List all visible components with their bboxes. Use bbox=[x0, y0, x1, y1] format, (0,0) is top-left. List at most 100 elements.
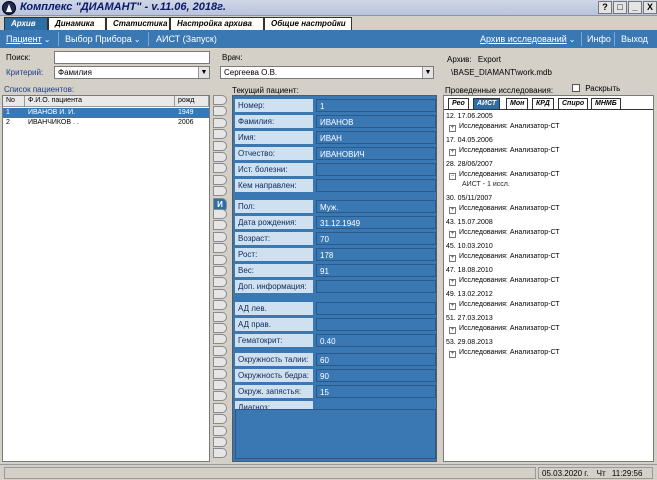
patient-field-value[interactable]: 1 bbox=[316, 99, 436, 112]
help-button[interactable]: ? bbox=[598, 1, 612, 14]
alphabet-button[interactable] bbox=[213, 425, 227, 436]
research-date[interactable]: 45. 10.03.2010 bbox=[446, 242, 493, 252]
search-input[interactable] bbox=[54, 51, 210, 64]
alphabet-button[interactable] bbox=[213, 323, 227, 333]
research-subitem[interactable]: АИСТ - 1 иссл. bbox=[462, 180, 510, 190]
exit-button[interactable]: Выход bbox=[621, 32, 648, 46]
research-item[interactable]: + Исследования: Анализатор-СТ bbox=[449, 324, 560, 334]
doctor-select[interactable]: Сергеева О.В. ▼ bbox=[220, 66, 434, 79]
collapse-icon[interactable]: − bbox=[449, 173, 456, 180]
alphabet-button[interactable] bbox=[213, 345, 227, 356]
close-button[interactable]: X bbox=[643, 1, 657, 14]
info-button[interactable]: Инфо bbox=[587, 32, 611, 46]
alphabet-button[interactable] bbox=[213, 243, 227, 254]
dropdown-arrow-icon[interactable]: ▼ bbox=[198, 67, 209, 78]
tab-general-settings[interactable]: Общие настройки bbox=[264, 17, 352, 30]
tab-mon[interactable]: Мон bbox=[506, 98, 529, 109]
patient-field-value[interactable] bbox=[316, 318, 436, 331]
expand-icon[interactable]: + bbox=[449, 279, 456, 286]
column-header-name[interactable]: Ф.И.О. пациента bbox=[25, 96, 175, 107]
alphabet-button[interactable] bbox=[213, 437, 227, 447]
alphabet-button[interactable] bbox=[213, 380, 227, 390]
alphabet-button[interactable] bbox=[213, 117, 227, 128]
alphabet-button[interactable] bbox=[213, 129, 227, 140]
table-row[interactable]: 1 ИВАНОВ И. И. 1949 bbox=[3, 108, 209, 118]
tab-dynamics[interactable]: Динамика bbox=[48, 17, 106, 30]
alphabet-button[interactable] bbox=[213, 266, 227, 276]
aist-launch-button[interactable]: АИСТ (Запуск) bbox=[156, 32, 217, 46]
patient-field-value[interactable]: Муж. bbox=[316, 200, 436, 213]
research-item[interactable]: + Исследования: Анализатор-СТ bbox=[449, 146, 560, 156]
expand-icon[interactable]: + bbox=[449, 231, 456, 238]
patient-field-value[interactable]: 0.40 bbox=[316, 334, 436, 347]
research-item[interactable]: + Исследования: Анализатор-СТ bbox=[449, 348, 560, 358]
table-row[interactable]: 2 ИВАНЧИКОВ . . 2006 bbox=[3, 118, 209, 128]
alphabet-button[interactable] bbox=[213, 402, 227, 413]
research-item[interactable]: + Исследования: Анализатор-СТ bbox=[449, 204, 560, 214]
alphabet-button[interactable] bbox=[213, 152, 227, 162]
alphabet-button[interactable] bbox=[213, 106, 227, 117]
alphabet-button[interactable] bbox=[213, 357, 227, 368]
research-item[interactable]: + Исследования: Анализатор-СТ bbox=[449, 252, 560, 262]
patient-field-value[interactable]: 60 bbox=[316, 353, 436, 366]
alphabet-button[interactable] bbox=[213, 391, 227, 402]
research-date[interactable]: 53. 29.08.2013 bbox=[446, 338, 493, 348]
restore-button[interactable]: □ bbox=[613, 1, 627, 14]
tab-spiro[interactable]: Спиро bbox=[558, 98, 589, 109]
expand-icon[interactable]: + bbox=[449, 125, 456, 132]
expand-icon[interactable]: + bbox=[449, 149, 456, 156]
device-select-button[interactable]: Выбор Прибора ⌄ bbox=[65, 32, 141, 46]
patient-field-value[interactable] bbox=[316, 280, 436, 293]
patient-field-value[interactable]: ИВАНОВИЧ bbox=[316, 147, 436, 160]
research-item[interactable]: + Исследования: Анализатор-СТ bbox=[449, 228, 560, 238]
research-item[interactable]: + Исследования: Анализатор-СТ bbox=[449, 276, 560, 286]
column-header-no[interactable]: No bbox=[3, 96, 25, 107]
alphabet-button[interactable] bbox=[213, 231, 227, 242]
alphabet-button[interactable] bbox=[213, 300, 227, 311]
patient-field-value[interactable] bbox=[316, 163, 436, 176]
minimize-button[interactable]: _ bbox=[628, 1, 642, 14]
patient-field-value[interactable] bbox=[316, 302, 436, 315]
archive-research-button[interactable]: Архив исследований ⌄ bbox=[480, 32, 575, 46]
alphabet-button[interactable] bbox=[213, 163, 227, 174]
tab-krd[interactable]: КРД bbox=[532, 98, 554, 109]
expand-icon[interactable]: + bbox=[449, 351, 456, 358]
research-date[interactable]: 49. 13.02.2012 bbox=[446, 290, 493, 300]
research-date[interactable]: 17. 04.05.2006 bbox=[446, 136, 493, 146]
alphabet-button[interactable] bbox=[213, 209, 227, 219]
expand-checkbox[interactable]: Раскрыть bbox=[572, 84, 620, 93]
dropdown-arrow-icon[interactable]: ▼ bbox=[422, 67, 433, 78]
expand-icon[interactable]: + bbox=[449, 327, 456, 334]
expand-icon[interactable]: + bbox=[449, 207, 456, 214]
alphabet-button[interactable] bbox=[213, 311, 227, 322]
patient-field-value[interactable]: 178 bbox=[316, 248, 436, 261]
patient-field-value[interactable]: 70 bbox=[316, 232, 436, 245]
alphabet-button[interactable] bbox=[213, 334, 227, 345]
patient-field-value[interactable]: ИВАН bbox=[316, 131, 436, 144]
criterion-select[interactable]: Фамилия ▼ bbox=[54, 66, 210, 79]
patient-field-value[interactable]: 91 bbox=[316, 264, 436, 277]
tab-archive-settings[interactable]: Настройка архива bbox=[170, 17, 264, 30]
research-item[interactable]: + Исследования: Анализатор-СТ bbox=[449, 300, 560, 310]
patient-field-value[interactable] bbox=[316, 179, 436, 192]
research-date[interactable]: 28. 28/06/2007 bbox=[446, 160, 493, 170]
patient-menu-button[interactable]: Пациент ⌄ bbox=[6, 32, 50, 46]
alphabet-button[interactable] bbox=[213, 254, 227, 265]
alphabet-button[interactable] bbox=[213, 186, 227, 197]
expand-icon[interactable]: + bbox=[449, 255, 456, 262]
research-date[interactable]: 51. 27.03.2013 bbox=[446, 314, 493, 324]
tab-mnmb[interactable]: МНМБ bbox=[591, 98, 621, 109]
patient-field-value[interactable]: 90 bbox=[316, 369, 436, 382]
research-item[interactable]: − Исследования: Анализатор-СТ bbox=[449, 170, 560, 180]
research-date[interactable]: 30. 05/11/2007 bbox=[446, 194, 492, 204]
alphabet-button[interactable] bbox=[213, 140, 227, 151]
research-item[interactable]: + Исследования: Анализатор-СТ bbox=[449, 122, 560, 132]
patient-field-value[interactable]: 31.12.1949 bbox=[316, 216, 436, 229]
patient-field-value[interactable]: ИВАНОВ bbox=[316, 115, 436, 128]
alphabet-button[interactable] bbox=[213, 414, 227, 425]
tab-statistics[interactable]: Статистика bbox=[106, 17, 170, 30]
column-header-born[interactable]: рожд bbox=[175, 96, 209, 107]
alphabet-button[interactable] bbox=[213, 368, 227, 379]
alphabet-button[interactable] bbox=[213, 288, 227, 299]
tab-reo[interactable]: Рео bbox=[448, 98, 469, 109]
